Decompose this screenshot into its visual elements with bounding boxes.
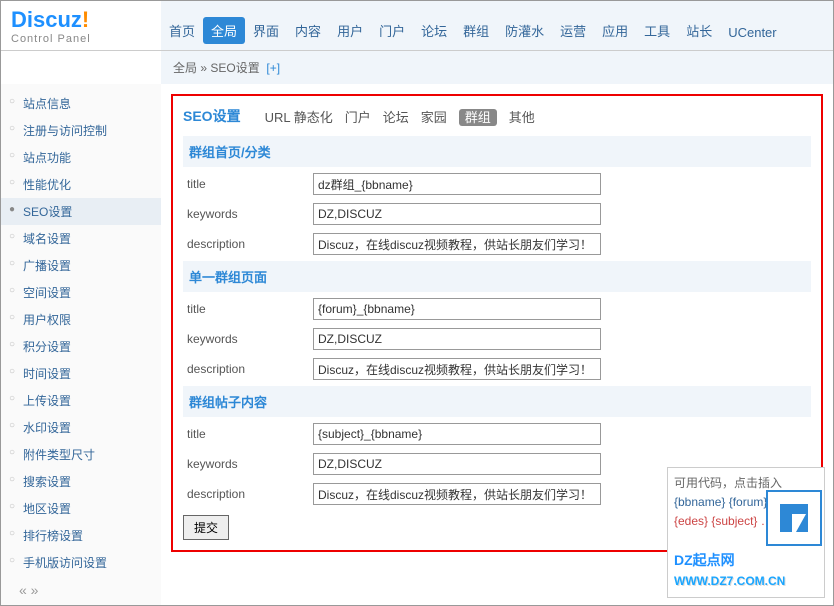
field-row-1-0: title xyxy=(183,294,811,324)
topnav-门户[interactable]: 门户 xyxy=(371,17,413,44)
submit-button[interactable]: 提交 xyxy=(183,515,229,540)
sidebar-item-7[interactable]: 空间设置 xyxy=(1,279,161,306)
topnav-用户[interactable]: 用户 xyxy=(329,17,371,44)
section-head-2: 群组帖子内容 xyxy=(183,386,811,417)
field-row-1-1: keywords xyxy=(183,324,811,354)
tab-其他[interactable]: 其他 xyxy=(509,110,535,125)
sidebar-item-2[interactable]: 站点功能 xyxy=(1,144,161,171)
logo: Discuz! xyxy=(11,7,151,33)
sidebar-item-4[interactable]: SEO设置 xyxy=(1,198,161,225)
logo-excl: ! xyxy=(82,7,89,32)
top-nav: 首页全局界面内容用户门户论坛群组防灌水运营应用工具站长UCenter xyxy=(161,1,833,50)
crumb-a[interactable]: 全局 xyxy=(173,61,197,75)
field-label: description xyxy=(183,487,313,501)
logo-subtitle: Control Panel xyxy=(11,33,151,45)
field-row-2-0: title xyxy=(183,419,811,449)
sidebar-item-0[interactable]: 站点信息 xyxy=(1,90,161,117)
keywords-input[interactable] xyxy=(313,203,601,225)
field-label: description xyxy=(183,237,313,251)
field-row-0-1: keywords xyxy=(183,199,811,229)
sidebar-item-6[interactable]: 广播设置 xyxy=(1,252,161,279)
sidebar-item-9[interactable]: 积分设置 xyxy=(1,333,161,360)
watermark-url: WWW.DZ7.COM.CN xyxy=(674,572,818,591)
topnav-内容[interactable]: 内容 xyxy=(287,17,329,44)
sidebar: 站点信息注册与访问控制站点功能性能优化SEO设置域名设置广播设置空间设置用户权限… xyxy=(1,84,161,606)
keywords-input[interactable] xyxy=(313,453,601,475)
topnav-全局[interactable]: 全局 xyxy=(203,17,245,44)
app-header: Discuz! Control Panel 首页全局界面内容用户门户论坛群组防灌… xyxy=(1,1,833,51)
sidebar-pager[interactable]: « » xyxy=(1,576,161,604)
field-label: title xyxy=(183,177,313,191)
sidebar-item-8[interactable]: 用户权限 xyxy=(1,306,161,333)
section-head-0: 群组首页/分类 xyxy=(183,136,811,167)
topnav-界面[interactable]: 界面 xyxy=(245,17,287,44)
tab-家园[interactable]: 家园 xyxy=(421,110,447,125)
topnav-运营[interactable]: 运营 xyxy=(552,17,594,44)
topnav-工具[interactable]: 工具 xyxy=(636,17,678,44)
watermark-brand: DZ起点网 xyxy=(674,549,818,571)
field-row-1-2: description xyxy=(183,354,811,384)
sidebar-item-3[interactable]: 性能优化 xyxy=(1,171,161,198)
field-label: description xyxy=(183,362,313,376)
tabs-title: SEO设置 xyxy=(183,106,241,126)
field-row-0-0: title xyxy=(183,169,811,199)
field-label: keywords xyxy=(183,457,313,471)
sidebar-item-10[interactable]: 时间设置 xyxy=(1,360,161,387)
tab-论坛[interactable]: 论坛 xyxy=(383,110,409,125)
topnav-UCenter[interactable]: UCenter xyxy=(720,21,784,44)
tabs: SEO设置 URL 静态化门户论坛家园群组其他 xyxy=(183,100,811,134)
topnav-应用[interactable]: 应用 xyxy=(594,17,636,44)
sidebar-item-16[interactable]: 排行榜设置 xyxy=(1,522,161,549)
sidebar-item-11[interactable]: 上传设置 xyxy=(1,387,161,414)
logo-area: Discuz! Control Panel xyxy=(1,1,161,50)
topnav-站长[interactable]: 站长 xyxy=(678,17,720,44)
crumb-sep: » xyxy=(197,61,210,75)
topnav-论坛[interactable]: 论坛 xyxy=(413,17,455,44)
description-input[interactable] xyxy=(313,233,601,255)
tab-群组[interactable]: 群组 xyxy=(459,109,497,126)
crumb-b[interactable]: SEO设置 xyxy=(210,61,259,75)
topnav-防灌水[interactable]: 防灌水 xyxy=(497,17,552,44)
crumb-plus[interactable]: [+] xyxy=(266,61,280,75)
sidebar-item-14[interactable]: 搜索设置 xyxy=(1,468,161,495)
code-palette: 可用代码，点击插入 {bbname} {forum} {f {edes} {su… xyxy=(667,467,825,598)
field-label: title xyxy=(183,427,313,441)
sidebar-item-12[interactable]: 水印设置 xyxy=(1,414,161,441)
field-label: keywords xyxy=(183,207,313,221)
sidebar-item-5[interactable]: 域名设置 xyxy=(1,225,161,252)
topnav-群组[interactable]: 群组 xyxy=(455,17,497,44)
description-input[interactable] xyxy=(313,483,601,505)
field-label: keywords xyxy=(183,332,313,346)
watermark-logo-icon xyxy=(766,490,822,546)
logo-brand: Discuz xyxy=(11,7,82,32)
title-input[interactable] xyxy=(313,298,601,320)
keywords-input[interactable] xyxy=(313,328,601,350)
sidebar-item-15[interactable]: 地区设置 xyxy=(1,495,161,522)
topnav-首页[interactable]: 首页 xyxy=(161,17,203,44)
tab-门户[interactable]: 门户 xyxy=(345,110,371,125)
title-input[interactable] xyxy=(313,423,601,445)
description-input[interactable] xyxy=(313,358,601,380)
tab-URL 静态化[interactable]: URL 静态化 xyxy=(265,110,333,125)
field-row-0-2: description xyxy=(183,229,811,259)
field-label: title xyxy=(183,302,313,316)
sidebar-item-17[interactable]: 手机版访问设置 xyxy=(1,549,161,576)
sidebar-item-13[interactable]: 附件类型尺寸 xyxy=(1,441,161,468)
breadcrumb: 全局 » SEO设置 [+] xyxy=(161,51,833,84)
section-head-1: 单一群组页面 xyxy=(183,261,811,292)
sidebar-item-1[interactable]: 注册与访问控制 xyxy=(1,117,161,144)
title-input[interactable] xyxy=(313,173,601,195)
main-area: SEO设置 URL 静态化门户论坛家园群组其他 群组首页/分类 title keyw… xyxy=(161,84,833,606)
